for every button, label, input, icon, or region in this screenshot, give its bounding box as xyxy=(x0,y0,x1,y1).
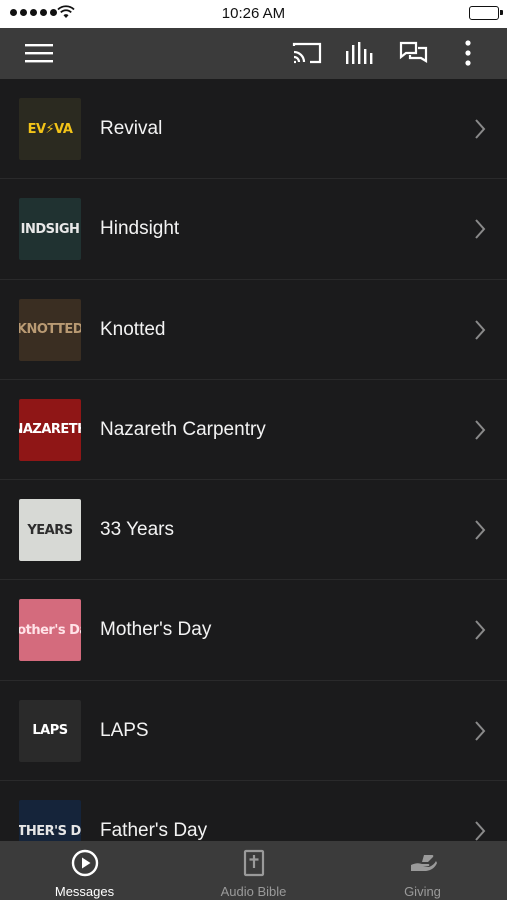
series-thumbnail: Mother's Day xyxy=(19,599,81,662)
series-title: LAPS xyxy=(100,719,149,741)
thumbnail-text: EV⚡VA xyxy=(27,121,73,137)
chevron-right-icon xyxy=(475,721,486,741)
cast-icon[interactable] xyxy=(291,38,323,68)
battery-icon xyxy=(469,6,503,20)
series-title: Revival xyxy=(100,118,163,139)
series-thumbnail: LAPS xyxy=(19,699,81,762)
chevron-right-icon xyxy=(475,420,486,440)
list-item[interactable]: NAZARETH Nazareth Carpentry xyxy=(0,380,507,481)
list-item[interactable]: Mother's Day Mother's Day xyxy=(0,580,507,681)
top-toolbar xyxy=(0,28,507,79)
menu-icon[interactable] xyxy=(23,38,55,68)
chevron-right-icon xyxy=(475,119,486,139)
chevron-right-icon xyxy=(475,620,486,641)
list-item[interactable]: YEARS 33 Years xyxy=(0,480,507,581)
series-title: Father's Day xyxy=(100,820,208,841)
tab-messages[interactable]: Messages xyxy=(0,841,169,900)
series-thumbnail: KNOTTED xyxy=(19,298,81,361)
status-time: 10:26 AM xyxy=(221,5,286,22)
list-item[interactable]: EV⚡VA Revival xyxy=(0,79,507,180)
tab-label: Audio Bible xyxy=(220,884,287,899)
chevron-right-icon xyxy=(475,520,486,540)
series-title: Nazareth Carpentry xyxy=(100,418,266,440)
thumbnail-text: FATHER'S DAY xyxy=(19,823,81,839)
bottom-tab-bar: Messages Audio Bible Giving xyxy=(0,841,507,900)
thumbnail-text: NAZARETH xyxy=(19,422,81,438)
giving-hand-icon xyxy=(338,849,507,877)
series-thumbnail: EV⚡VA xyxy=(19,98,81,160)
series-title: Hindsight xyxy=(100,218,180,240)
list-item[interactable]: KNOTTED Knotted xyxy=(0,280,507,380)
more-vert-icon[interactable] xyxy=(452,38,484,68)
thumbnail-text: KNOTTED xyxy=(19,322,81,338)
series-thumbnail: YEARS xyxy=(19,499,81,562)
thumbnail-text: INDSIGH xyxy=(20,221,80,237)
tab-audio-bible[interactable]: Audio Bible xyxy=(169,841,338,900)
series-thumbnail: FATHER'S DAY xyxy=(19,800,81,841)
tab-label: Giving xyxy=(404,884,441,899)
chat-icon[interactable] xyxy=(398,38,430,68)
series-thumbnail: NAZARETH xyxy=(19,398,81,461)
status-bar: 10:26 AM xyxy=(0,0,507,28)
list-item[interactable]: INDSIGH Hindsight xyxy=(0,179,507,280)
series-title: 33 Years xyxy=(100,519,174,541)
tab-giving[interactable]: Giving xyxy=(338,841,507,900)
chevron-right-icon xyxy=(475,219,486,239)
chevron-right-icon xyxy=(475,821,486,841)
play-circle-icon xyxy=(0,849,169,877)
series-title: Mother's Day xyxy=(100,619,212,641)
thumbnail-text: LAPS xyxy=(32,723,68,739)
bible-icon xyxy=(169,849,338,877)
list-item[interactable]: FATHER'S DAY Father's Day xyxy=(0,781,507,841)
tab-label: Messages xyxy=(54,884,115,899)
chevron-right-icon xyxy=(475,319,486,340)
thumbnail-text: YEARS xyxy=(27,522,73,538)
list-item[interactable]: LAPS LAPS xyxy=(0,681,507,782)
audio-bars-icon[interactable] xyxy=(344,38,376,68)
series-list: EV⚡VA Revival INDSIGH Hindsight KNOTTED … xyxy=(0,79,507,841)
series-title: Knotted xyxy=(100,318,166,340)
series-thumbnail: INDSIGH xyxy=(19,198,81,261)
thumbnail-text: Mother's Day xyxy=(19,622,81,638)
